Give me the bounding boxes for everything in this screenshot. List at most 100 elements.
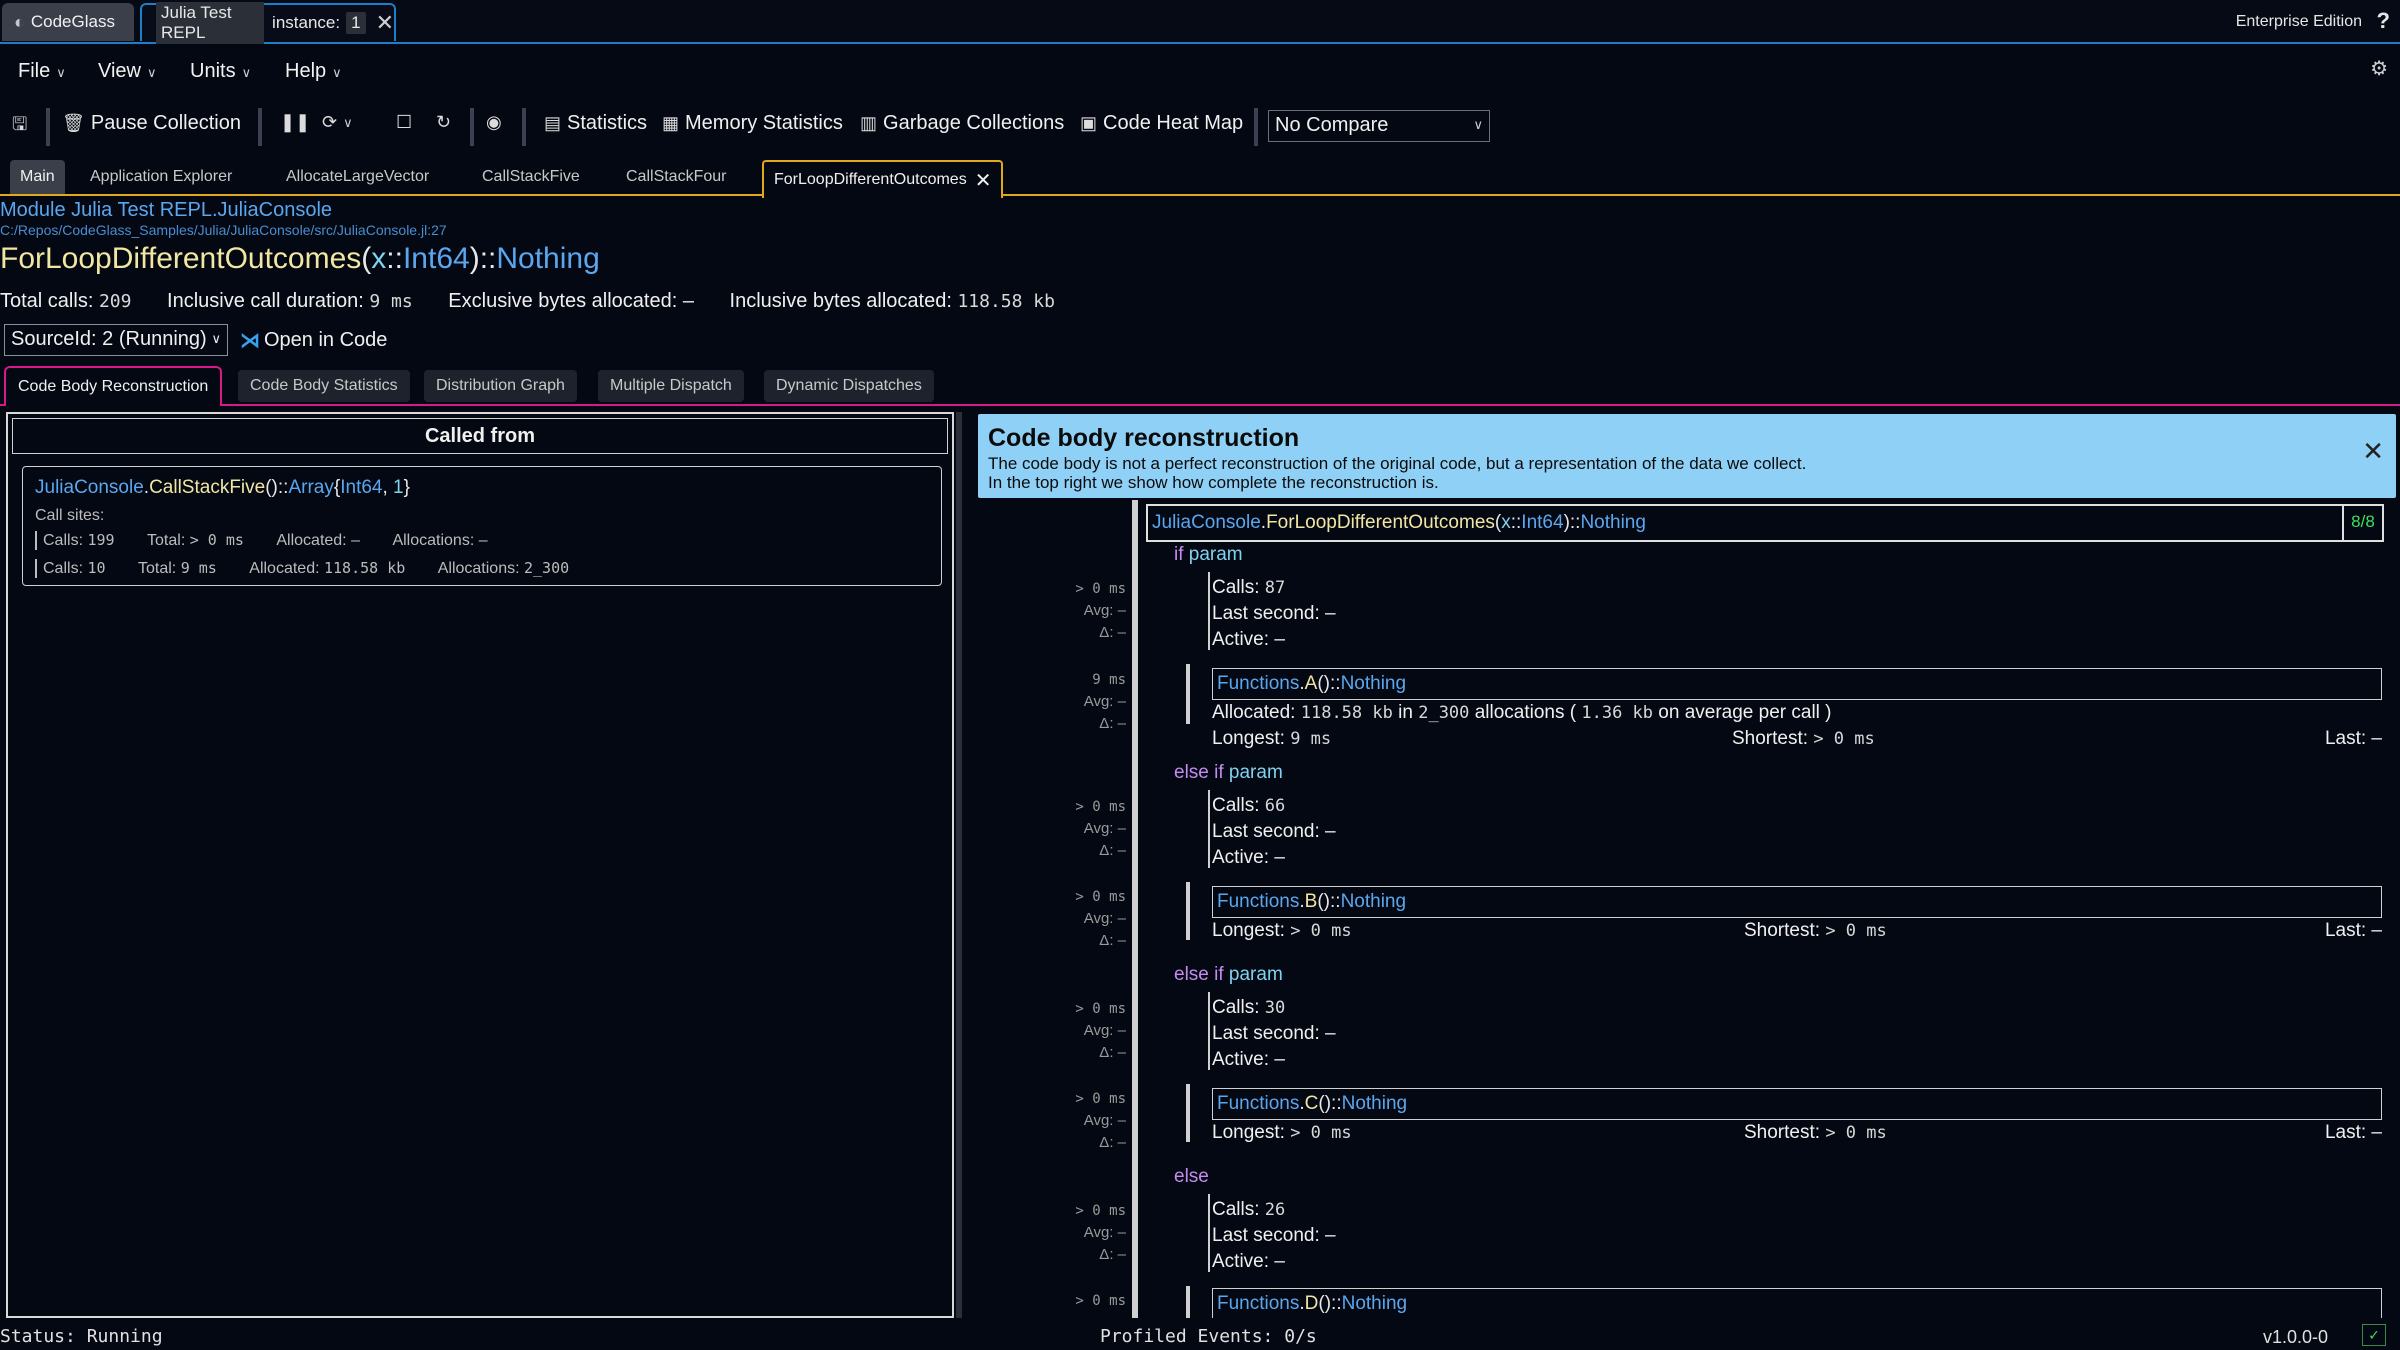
function-call-a[interactable]: Functions.A()::Nothing [1212, 668, 2382, 700]
record-button[interactable]: ◉ [486, 112, 508, 133]
module-link[interactable]: Module Julia Test REPL.JuliaConsole [0, 199, 332, 222]
reconstruction-signature[interactable]: JuliaConsole.ForLoopDifferentOutcomes(x:… [1146, 504, 2384, 542]
menu-view[interactable]: View ∨ [98, 60, 157, 83]
help-icon[interactable]: ? [2377, 8, 2390, 34]
allocations-label: Allocations: [437, 560, 520, 577]
call-timing: 9 ms Avg: – Δ: – [974, 669, 1126, 735]
pause-collection-label: Pause Collection [90, 112, 241, 134]
calls-value: 87 [1264, 578, 1286, 598]
call-site-row[interactable]: Calls: 199 Total: > 0 ms Allocated: – Al… [35, 531, 488, 550]
restart-button[interactable]: ↻ [436, 112, 457, 133]
panel-splitter[interactable] [956, 412, 962, 1318]
function-name: CallStackFive [149, 477, 266, 498]
module-name: Functions [1217, 1293, 1300, 1314]
allocation-stat: Allocated: 118.58 kb in 2_300 allocation… [1212, 702, 2382, 724]
tab-call-stack-five[interactable]: CallStackFive [472, 160, 590, 194]
block-bar [1208, 1194, 1210, 1272]
longest-label: Longest: [1212, 1122, 1285, 1143]
close-icon[interactable]: ✕ [975, 168, 992, 193]
tab-for-loop-different-outcomes[interactable]: ForLoopDifferentOutcomes ✕ [762, 160, 1004, 198]
tab-code-body-statistics[interactable]: Code Body Statistics [238, 370, 410, 402]
last-label: Last: [2324, 920, 2367, 941]
compare-select[interactable]: No Compare ∨ [1268, 110, 1490, 142]
file-path-link[interactable]: C:/Repos/CodeGlass_Samples/Julia/JuliaCo… [0, 222, 447, 238]
last-second-label: Last second: [1212, 1023, 1320, 1044]
shortest-value: > 0 ms [1813, 729, 1875, 749]
return-type: Nothing [1341, 1293, 1408, 1314]
last-second-stat: Last second: – [1212, 1023, 1336, 1045]
timing-value: > 0 ms [1075, 581, 1126, 597]
timing-value: > 0 ms [1075, 1203, 1126, 1219]
vscode-icon: ⋊ [240, 330, 260, 352]
statistics-icon: ▤ [544, 113, 562, 133]
call-bar [1186, 1286, 1190, 1318]
timing-value: > 0 ms [1075, 1091, 1126, 1107]
active-stat: Active: – [1212, 1049, 1285, 1071]
calls-stat: Calls: 26 [1212, 1199, 1285, 1221]
timing-value: > 0 ms [1075, 1293, 1126, 1309]
status-bar: Status: Running Profiled Events: 0/s v1.… [0, 1322, 2400, 1350]
tab-call-stack-four[interactable]: CallStackFour [616, 160, 736, 194]
chevron-down-icon: ∨ [147, 65, 157, 80]
codeglass-logo-icon: ◐ [14, 11, 25, 32]
tab-distribution-graph[interactable]: Distribution Graph [424, 370, 577, 402]
tab-application-explorer[interactable]: Application Explorer [80, 160, 242, 194]
last-second-label: Last second: [1212, 603, 1320, 624]
code-heat-map-button[interactable]: ▣ Code Heat Map [1080, 112, 1243, 135]
avg-label: Avg: [1083, 820, 1114, 837]
source-id-select[interactable]: SourceId: 2 (Running) ∨ [4, 324, 228, 356]
allocations-value: – [478, 532, 488, 549]
caller-signature[interactable]: JuliaConsole.CallStackFive()::Array{Int6… [35, 477, 410, 499]
menu-file[interactable]: File ∨ [18, 60, 66, 83]
tab-label: CallStackFour [626, 168, 727, 185]
menu-help[interactable]: Help ∨ [285, 60, 342, 83]
comma: , [382, 477, 388, 498]
avg-value: – [1117, 1022, 1126, 1039]
caller-card[interactable]: JuliaConsole.CallStackFive()::Array{Int6… [22, 466, 942, 586]
tab-allocate-large-vector[interactable]: AllocateLargeVector [276, 160, 439, 194]
tab-dynamic-dispatches[interactable]: Dynamic Dispatches [764, 370, 934, 402]
function-call-b[interactable]: Functions.B()::Nothing [1212, 886, 2382, 918]
stop-button[interactable]: ☐ [396, 112, 418, 133]
open-in-code-button[interactable]: ⋊ Open in Code [240, 328, 387, 353]
last-second-label: Last second: [1212, 821, 1320, 842]
last-value: – [2371, 920, 2382, 941]
garbage-collections-button[interactable]: ▥ Garbage Collections [860, 112, 1064, 135]
garbage-icon: ▥ [860, 113, 878, 133]
close-icon[interactable]: ✕ [376, 12, 394, 34]
chevron-down-icon: ∨ [332, 65, 342, 80]
function-call-c[interactable]: Functions.C()::Nothing [1212, 1088, 2382, 1120]
statistics-button[interactable]: ▤ Statistics [544, 112, 647, 135]
function-call-d[interactable]: Functions.D()::Nothing [1212, 1288, 2382, 1318]
menu-units[interactable]: Units ∨ [190, 60, 251, 83]
gear-icon[interactable]: ⚙ [2370, 56, 2388, 81]
block-timing: > 0 ms Avg: – Δ: – [974, 578, 1126, 644]
calls-stat: Calls: 66 [1212, 795, 1285, 817]
delta-label: Δ: [1099, 842, 1114, 859]
save-icon[interactable]: 🖫 [12, 112, 33, 142]
call-site-row[interactable]: Calls: 10 Total: 9 ms Allocated: 118.58 … [35, 559, 569, 578]
delta-label: Δ: [1099, 624, 1114, 641]
tab-main[interactable]: Main [10, 160, 65, 194]
last-label: Last: [2324, 1122, 2367, 1143]
step-button[interactable]: ⟳ ∨ [322, 112, 353, 133]
session-tab-julia-repl[interactable]: Julia Test REPL instance: 1 ✕ [140, 2, 396, 44]
branch-condition: if param [1174, 544, 1243, 566]
last-second-stat: Last second: – [1212, 1225, 1336, 1247]
pause-button[interactable]: ❚❚ [280, 112, 316, 133]
close-icon[interactable]: ✕ [2362, 436, 2384, 467]
tab-code-body-reconstruction[interactable]: Code Body Reconstruction [4, 366, 223, 406]
function-name: ForLoopDifferentOutcomes [1266, 512, 1495, 533]
info-banner: Code body reconstruction The code body i… [978, 414, 2396, 498]
app-tab-codeglass[interactable]: ◐ CodeGlass [2, 3, 134, 41]
memory-statistics-button[interactable]: ▦ Memory Statistics [662, 112, 843, 135]
call-timing: > 0 ms Avg: – Δ: – [974, 886, 1126, 952]
menu-help-label: Help [285, 60, 327, 82]
avg-value: – [1117, 1112, 1126, 1129]
avg-label: Avg: [1083, 1112, 1114, 1129]
delta-label: Δ: [1099, 1134, 1114, 1151]
pause-collection-button[interactable]: 🗑 Pause Collection [62, 112, 241, 135]
tab-multiple-dispatch[interactable]: Multiple Dispatch [598, 370, 744, 402]
branch-keyword: else if [1174, 964, 1224, 985]
record-icon: ◉ [486, 112, 502, 132]
